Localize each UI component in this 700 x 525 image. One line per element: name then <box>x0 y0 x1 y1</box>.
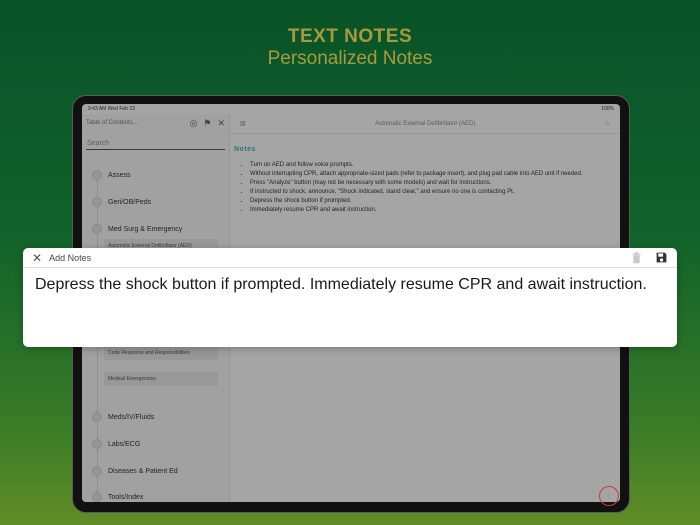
note-text-area[interactable]: Depress the shock button if prompted. Im… <box>23 268 677 301</box>
dialog-title: Add Notes <box>49 252 92 263</box>
trash-icon[interactable] <box>630 251 643 264</box>
dialog-header: ✕ Add Notes <box>23 248 677 268</box>
tools-fab-icon[interactable]: ⫶ <box>599 486 619 506</box>
close-icon[interactable]: ✕ <box>32 252 42 264</box>
add-notes-dialog: ✕ Add Notes Depress the shock button if … <box>23 248 677 347</box>
save-icon[interactable] <box>655 251 668 264</box>
